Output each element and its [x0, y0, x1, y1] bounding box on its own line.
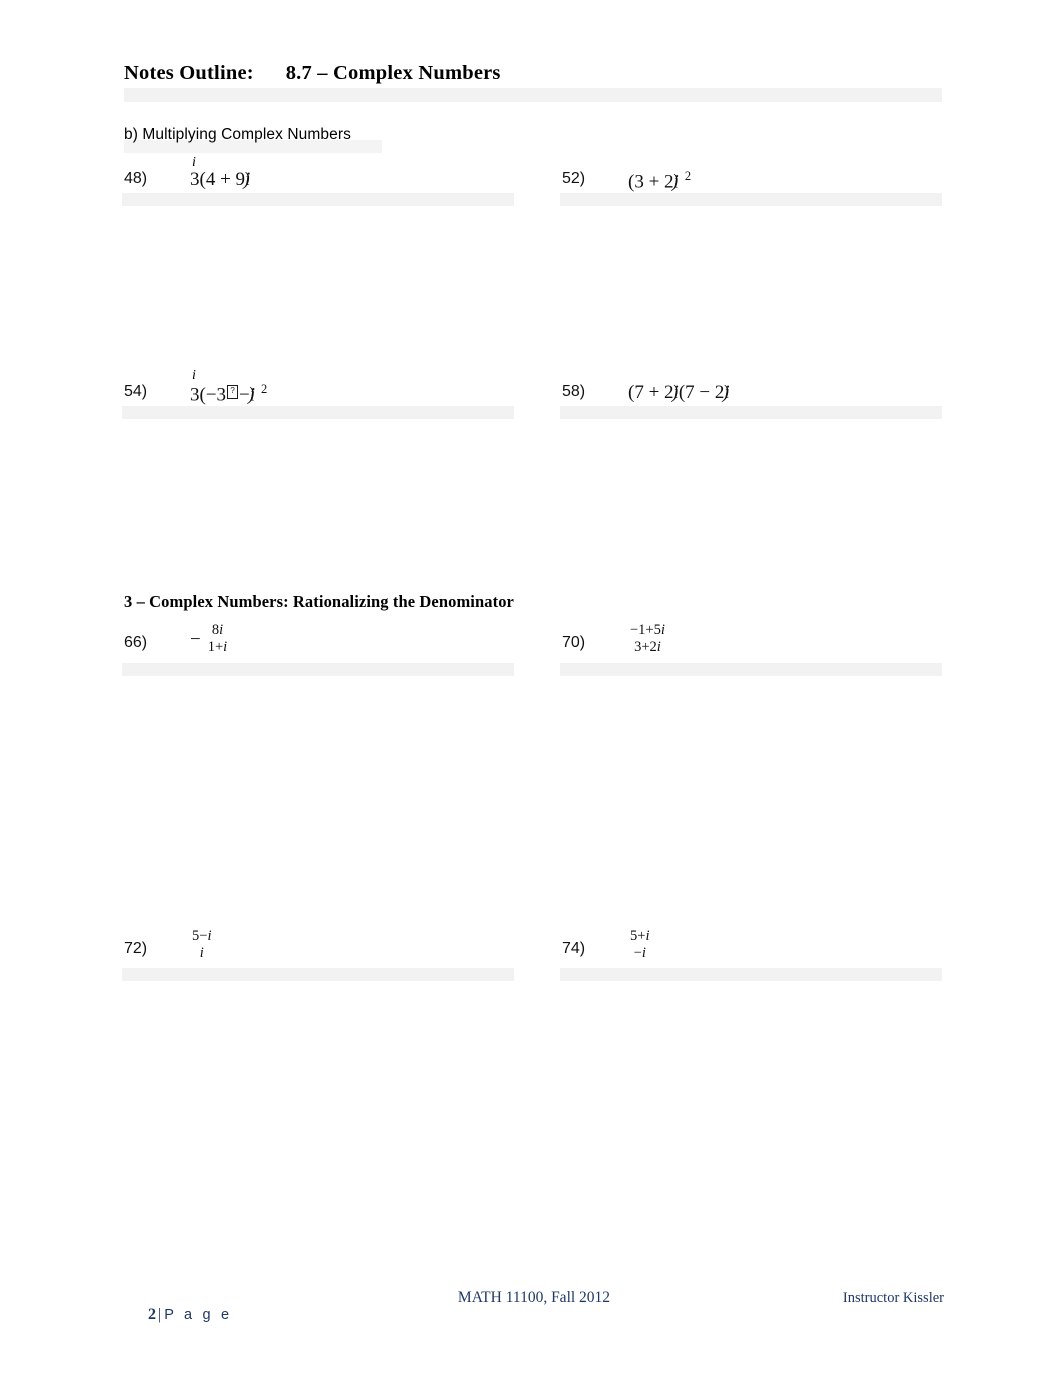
- problem-74: 74) 5+i −i: [562, 928, 962, 984]
- footer-separator: |: [158, 1306, 162, 1323]
- section-rationalizing-heading: 3 – Complex Numbers: Rationalizing the D…: [124, 592, 514, 611]
- problem-70-numerator-i: i: [660, 622, 665, 638]
- subsection-multiplying-label: b) Multiplying Complex Numbers: [124, 126, 351, 143]
- problem-72-numerator-i: i: [207, 928, 212, 944]
- problem-72-fraction: 5−i i: [190, 928, 213, 962]
- problem-66-denominator: 1+i: [206, 639, 229, 656]
- problem-74-expression: 5+i −i: [628, 928, 651, 962]
- problem-48: 48) i 3(4 + 9i): [124, 156, 524, 210]
- problem-72-expression: 5−i i: [190, 928, 213, 962]
- problem-48-expression: 3(4 + 9i): [190, 169, 251, 190]
- problem-54-expression: 3(−3? −i) 2: [190, 382, 268, 406]
- problem-48-expr-main: 3(4 + 9: [190, 169, 246, 190]
- problem-66-denominator-text: 1+: [207, 639, 224, 656]
- document-page: Notes Outline: 8.7 – Complex Numbers b) …: [0, 0, 1062, 1376]
- problem-48-number: 48): [124, 170, 148, 187]
- footer-instructor: Instructor Kissler: [842, 1290, 944, 1306]
- footer-course: MATH 11100, Fall 2012: [457, 1289, 611, 1306]
- problem-72-denominator-i: i: [199, 945, 204, 962]
- problem-66-numerator-text: 8: [211, 622, 220, 638]
- problem-52-number: 52): [562, 170, 586, 187]
- problem-72-denominator: i: [190, 945, 213, 962]
- problem-72-number: 72): [124, 940, 148, 957]
- footer-page-word: P a g e: [164, 1307, 233, 1323]
- page-title: Notes Outline: 8.7 – Complex Numbers: [124, 62, 501, 84]
- problem-72: 72) 5−i i: [124, 928, 524, 984]
- problem-66-numerator-i: i: [219, 622, 224, 638]
- problem-74-fraction: 5+i −i: [628, 928, 651, 962]
- problem-54: 54) i 3(−3? −i) 2: [124, 369, 524, 423]
- problem-54-expr-lead: 3(−3: [190, 384, 227, 406]
- problem-58-expr-b: (7 − 2: [678, 382, 725, 403]
- problem-70-fraction: −1+5i 3+2i: [628, 622, 667, 656]
- problem-70: 70) −1+5i 3+2i: [562, 622, 962, 678]
- problem-54-stray-i-glyph: i: [192, 368, 196, 383]
- problem-70-number: 70): [562, 634, 586, 651]
- problem-74-number: 74): [562, 940, 586, 957]
- problem-58-number: 58): [562, 383, 586, 400]
- problem-58-expr-a: (7 + 2: [628, 382, 674, 403]
- problem-70-numerator: −1+5i: [628, 622, 667, 639]
- footer-page-number: 2: [148, 1306, 156, 1323]
- problem-48-stray-i-glyph: i: [192, 155, 196, 170]
- problem-52-expression: (3 + 2i) 2: [628, 169, 692, 193]
- problem-54-exponent: 2: [261, 382, 268, 396]
- problem-58: 58) (7 + 2i)(7 − 2i): [562, 382, 962, 423]
- problem-54-number: 54): [124, 383, 148, 400]
- problem-54-missing-glyph-box: ?: [227, 385, 239, 400]
- problem-58-expression: (7 + 2i)(7 − 2i): [628, 382, 730, 403]
- problem-66-leading-minus: −: [190, 629, 201, 651]
- problem-72-numerator: 5−i: [190, 928, 213, 945]
- problem-52: 52) (3 + 2i) 2: [562, 169, 962, 210]
- problem-74-numerator: 5+i: [628, 928, 651, 945]
- problem-70-denominator: 3+2i: [628, 639, 667, 656]
- problem-66: 66) − 8i 1+i: [124, 622, 524, 678]
- page-footer: 2 | P a g e MATH 11100, Fall 2012 Instruct…: [124, 1288, 944, 1323]
- shading-band-title: [124, 88, 942, 102]
- problem-70-denominator-i: i: [656, 639, 661, 656]
- problem-52-exponent: 2: [684, 169, 692, 183]
- problem-66-denominator-i: i: [223, 639, 228, 656]
- problem-66-numerator: 8i: [206, 622, 229, 639]
- problem-52-expr-main: (3 + 2: [628, 171, 674, 193]
- problem-66-number: 66): [124, 634, 148, 651]
- problem-72-numerator-text: 5−: [192, 928, 208, 944]
- problem-74-denominator-i: i: [641, 945, 646, 962]
- problem-70-expression: −1+5i 3+2i: [628, 622, 667, 656]
- problem-74-denominator: −i: [628, 945, 651, 962]
- problem-66-expression: − 8i 1+i: [190, 622, 229, 656]
- problem-70-denominator-text: 3+2: [634, 639, 657, 656]
- problem-74-denominator-text: −: [633, 945, 642, 962]
- problem-74-numerator-i: i: [645, 928, 650, 944]
- problem-66-fraction: 8i 1+i: [206, 622, 229, 656]
- problem-70-numerator-text: −1+5: [630, 622, 661, 638]
- problem-74-numerator-text: 5+: [630, 928, 646, 944]
